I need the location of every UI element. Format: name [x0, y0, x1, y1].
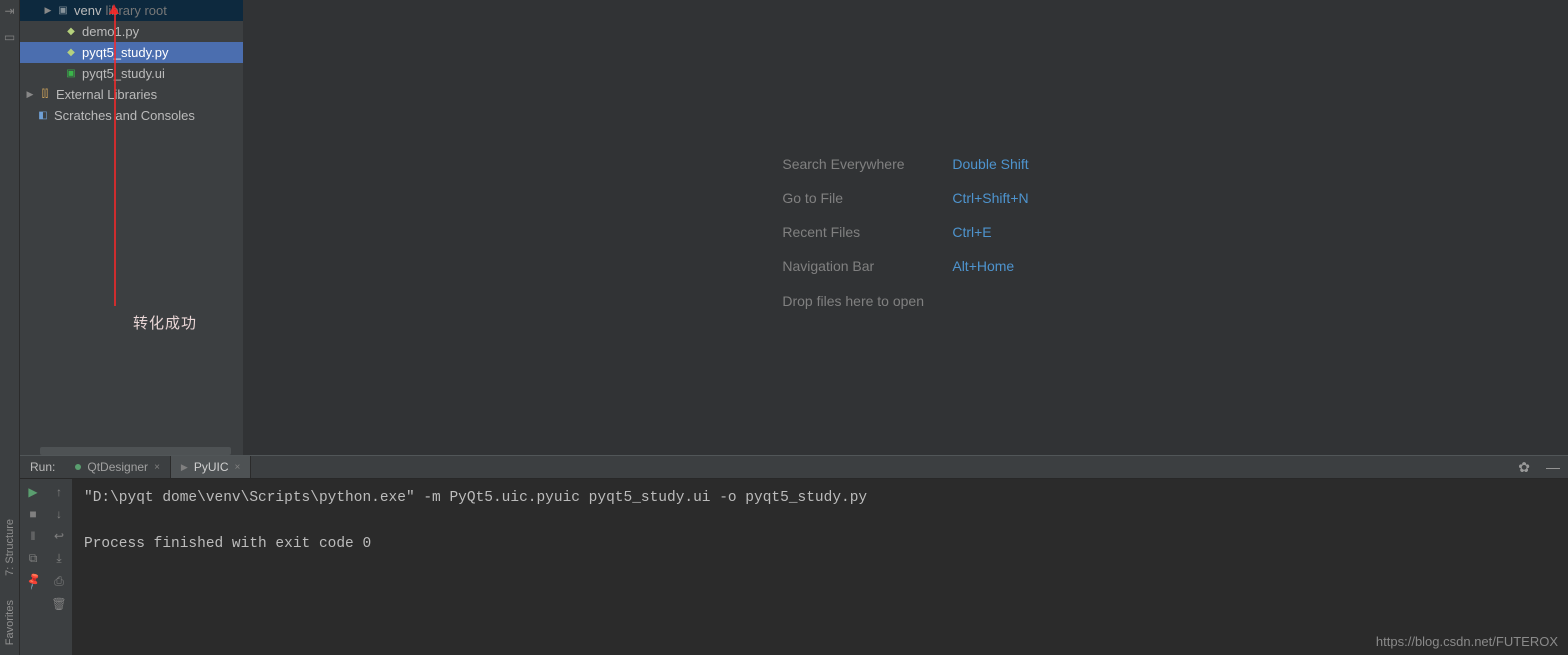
chevron-right-icon[interactable] — [44, 5, 52, 16]
left-tool-gutter: ⇥ ▭ 7: Structure Favorites — [0, 0, 20, 655]
print-icon[interactable]: ⎙ — [54, 574, 64, 589]
pin-icon[interactable]: 📌 — [23, 571, 43, 591]
tree-item-file[interactable]: ◆ demo1.py — [20, 21, 243, 42]
hint-navigation-bar: Navigation Bar Alt+Home — [782, 249, 1028, 283]
stop-icon[interactable]: ■ — [29, 507, 36, 521]
hint-recent-files: Recent Files Ctrl+E — [782, 215, 1028, 249]
folder-icon: ▣ — [56, 4, 70, 18]
chevron-right-icon[interactable] — [26, 89, 34, 100]
project-tree[interactable]: ▣ venv library root ◆ demo1.py ◆ pyqt5_s… — [20, 0, 243, 455]
status-dot-icon — [75, 464, 81, 470]
python-file-icon: ◆ — [64, 25, 78, 39]
watermark: https://blog.csdn.net/FUTEROX — [1376, 634, 1558, 649]
scratches-icon: ◧ — [36, 109, 50, 123]
tree-label: pyqt5_study.ui — [82, 66, 165, 81]
horizontal-collapse-icon[interactable]: ⇥ — [4, 4, 14, 18]
console-output[interactable]: "D:\pyqt dome\venv\Scripts\python.exe" -… — [72, 479, 1568, 655]
tree-item-file-selected[interactable]: ◆ pyqt5_study.py — [20, 42, 243, 63]
run-tab-label: QtDesigner — [87, 460, 148, 474]
settings-icon[interactable]: ✿ — [1510, 456, 1538, 478]
shortcut-key: Ctrl+Shift+N — [952, 190, 1028, 206]
library-icon: ⫿⫿ — [38, 88, 52, 102]
hide-icon[interactable]: — — [1538, 456, 1568, 478]
run-toolbar-secondary: ↑ ↓ ↩ ⤓ ⎙ 🗑 — [46, 479, 72, 655]
close-icon[interactable]: × — [154, 462, 160, 473]
shortcut-key: Double Shift — [952, 156, 1028, 172]
tree-label: pyqt5_study.py — [82, 45, 168, 60]
down-icon[interactable]: ↓ — [56, 507, 62, 521]
annotation-text: 转化成功 — [133, 312, 197, 333]
tree-label: demo1.py — [82, 24, 139, 39]
editor-empty-state: 转化成功 Search Everywhere Double Shift Go t… — [243, 0, 1568, 455]
run-tab-label: PyUIC — [194, 460, 229, 474]
play-icon: ▶ — [181, 462, 188, 473]
pause-icon[interactable]: ‖ — [31, 529, 36, 543]
rerun-icon[interactable]: ▶ — [28, 485, 37, 499]
tree-item-venv[interactable]: ▣ venv library root — [20, 0, 243, 21]
python-file-icon: ◆ — [64, 46, 78, 60]
tree-label: venv — [74, 3, 101, 18]
up-icon[interactable]: ↑ — [56, 485, 62, 499]
console-line: Process finished with exit code 0 — [84, 536, 371, 552]
folder-icon[interactable]: ▭ — [4, 30, 15, 44]
hint-search-everywhere: Search Everywhere Double Shift — [782, 147, 1028, 181]
run-tool-window: Run: QtDesigner × ▶ PyUIC × ✿ — ▶ ■ ‖ ⧉ … — [20, 455, 1568, 655]
soft-wrap-icon[interactable]: ↩ — [54, 529, 64, 543]
run-toolbar-primary: ▶ ■ ‖ ⧉ 📌 — [20, 479, 46, 655]
scroll-to-end-icon[interactable]: ⤓ — [56, 551, 61, 566]
favorites-tool-button[interactable]: Favorites — [4, 594, 16, 651]
run-title: Run: — [20, 456, 65, 478]
annotation-arrow-head — [109, 4, 119, 14]
drop-files-hint: Drop files here to open — [782, 283, 1028, 309]
console-line: "D:\pyqt dome\venv\Scripts\python.exe" -… — [84, 490, 867, 506]
tree-label: Scratches and Consoles — [54, 108, 195, 123]
shortcut-key: Ctrl+E — [952, 224, 991, 240]
qt-ui-file-icon: ▣ — [64, 67, 78, 81]
run-tabs-bar: Run: QtDesigner × ▶ PyUIC × ✿ — — [20, 455, 1568, 479]
tree-item-external-libraries[interactable]: ⫿⫿ External Libraries — [20, 84, 243, 105]
trash-icon[interactable]: 🗑 — [51, 597, 66, 611]
run-tab-pyuic[interactable]: ▶ PyUIC × — [171, 456, 251, 478]
annotation-arrow — [114, 10, 116, 306]
run-tab-qtdesigner[interactable]: QtDesigner × — [65, 456, 171, 478]
tree-item-scratches[interactable]: ◧ Scratches and Consoles — [20, 105, 243, 126]
shortcut-key: Alt+Home — [952, 258, 1014, 274]
structure-tool-button[interactable]: 7: Structure — [4, 513, 16, 582]
layout-icon[interactable]: ⧉ — [29, 551, 38, 566]
tree-item-file[interactable]: ▣ pyqt5_study.ui — [20, 63, 243, 84]
close-icon[interactable]: × — [235, 462, 241, 473]
tree-label: External Libraries — [56, 87, 157, 102]
hint-go-to-file: Go to File Ctrl+Shift+N — [782, 181, 1028, 215]
